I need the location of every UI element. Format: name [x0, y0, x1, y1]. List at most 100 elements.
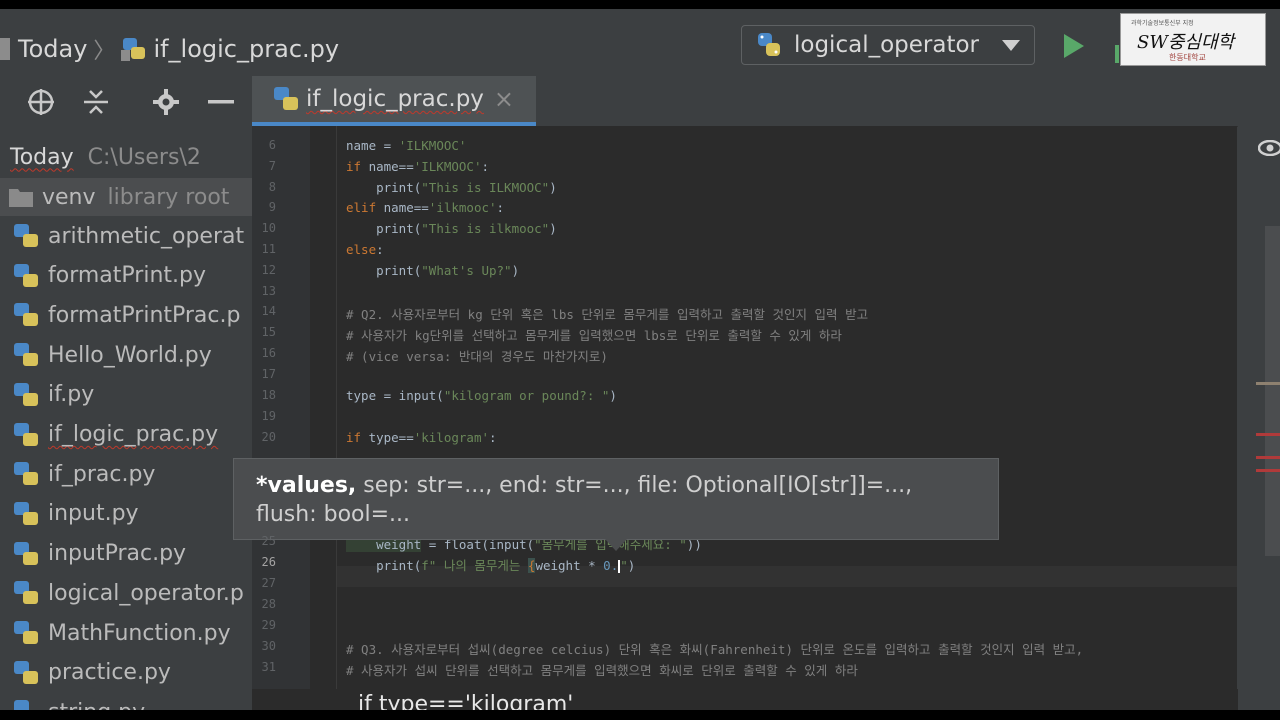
file-label: inputPrac.py [48, 541, 187, 567]
tree-item-venv[interactable]: venv library root [0, 178, 252, 216]
python-icon [758, 33, 780, 56]
python-file-icon [14, 462, 38, 486]
file-label: if_prac.py [48, 461, 156, 487]
file-label: input.py [48, 501, 139, 527]
tree-item-file[interactable]: practice.py [0, 654, 171, 692]
tree-item-file[interactable]: if.py [0, 376, 94, 414]
code-line-10: print("This is ilkmooc") [346, 221, 557, 236]
file-label: string.py [48, 700, 145, 710]
line-number: 18 [261, 388, 276, 402]
logo-main-text: SW중심대학 [1137, 32, 1235, 53]
code-line-6: name = 'ILKMOOC' [346, 138, 467, 153]
python-file-icon [14, 700, 29, 710]
line-number: 13 [261, 284, 276, 298]
line-number: 16 [261, 346, 276, 360]
project-root[interactable]: Today C:\Users\2 [0, 138, 201, 176]
python-file-icon [121, 38, 146, 61]
file-label: formatPrint.py [48, 263, 206, 289]
code-line-12: print("What's Up?") [346, 263, 520, 278]
project-toolbar [0, 76, 252, 126]
code-line-26: print(f" 나의 몸무게는 {weight * 0. ") [346, 558, 636, 573]
project-root-name: Today [10, 144, 74, 170]
venv-hint: library root [107, 184, 230, 210]
tree-item-file[interactable]: formatPrint.py [0, 257, 206, 295]
tree-item-file[interactable]: formatPrintPrac.p [0, 296, 240, 334]
breadcrumb-project[interactable]: Today [18, 35, 87, 63]
python-file-icon [14, 541, 38, 565]
line-number: 27 [261, 576, 276, 590]
line-number: 11 [261, 242, 276, 256]
file-label: practice.py [48, 660, 171, 686]
python-file-icon [14, 263, 38, 287]
code-line-11: else: [346, 242, 384, 257]
tree-item-file[interactable]: if_logic_prac.py [0, 416, 218, 454]
line-number: 19 [261, 409, 276, 423]
chevron-right-icon: 〉 [93, 39, 116, 64]
navigation-bar: Today 〉 if_logic_prac.py logical_operato… [0, 9, 1280, 76]
scrollbar-thumb[interactable] [1265, 226, 1280, 556]
breadcrumb-file[interactable]: if_logic_prac.py [153, 35, 339, 63]
python-file-icon [14, 660, 38, 684]
folder-icon [0, 38, 10, 60]
run-configuration-select[interactable]: logical_operator [741, 25, 1035, 65]
tab-label: if_logic_prac.py [306, 86, 484, 112]
file-label: Hello_World.py [48, 342, 212, 368]
tree-item-file[interactable]: input.py [0, 495, 139, 533]
scroll-marker [1256, 382, 1280, 385]
tree-item-file[interactable]: if_prac.py [0, 455, 155, 493]
tab-if-logic-prac[interactable]: if_logic_prac.py × [252, 76, 536, 126]
file-label: MathFunction.py [48, 620, 231, 646]
project-tree: Today C:\Users\2 venv library root arith… [0, 126, 252, 710]
code-line-9: elif name=='ilkmooc': [346, 200, 505, 215]
file-label: formatPrintPrac.p [48, 302, 241, 328]
line-number: 28 [261, 597, 276, 611]
line-number: 8 [268, 180, 276, 194]
tree-item-file[interactable]: string.py [0, 693, 145, 710]
line-number: 6 [268, 138, 276, 152]
file-label: arithmetic_operat [48, 223, 245, 249]
tree-item-file[interactable]: arithmetic_operat [0, 217, 244, 255]
locate-icon[interactable] [27, 88, 55, 116]
tree-item-file[interactable]: MathFunction.py [0, 614, 231, 652]
line-number: 15 [261, 325, 276, 339]
code-line-7: if name=='ILKMOOC': [346, 159, 489, 174]
error-marker [1256, 433, 1280, 436]
logo-top-text: 과학기술정보통신부 지정 [1131, 20, 1194, 27]
line-number: 17 [261, 367, 276, 381]
chevron-down-icon [1002, 40, 1020, 51]
error-marker [1256, 456, 1280, 459]
gear-icon[interactable] [152, 88, 180, 116]
eye-icon[interactable] [1258, 140, 1280, 156]
run-icon[interactable] [1062, 33, 1086, 59]
tree-item-file[interactable]: Hello_World.py [0, 336, 212, 374]
breadcrumb: Today 〉 if_logic_prac.py [0, 31, 339, 67]
hide-icon[interactable] [207, 88, 235, 116]
line-number: 12 [261, 263, 276, 277]
editor-scrollbar[interactable] [1238, 126, 1280, 710]
line-number: 10 [261, 221, 276, 235]
close-icon[interactable]: × [494, 85, 514, 113]
collapse-all-icon[interactable] [82, 88, 110, 116]
python-file-icon [14, 501, 38, 525]
code-line-31: # 사용자가 섭씨 단위를 선택하고 몸무게를 입력했으면 화씨로 단위로 출력… [346, 663, 858, 678]
code-context-text[interactable]: if type=='kilogram' [358, 692, 573, 710]
python-file-icon [14, 303, 38, 327]
debug-icon[interactable] [1115, 45, 1119, 63]
line-number: 7 [268, 159, 276, 173]
python-file-icon [14, 343, 38, 367]
tree-item-file[interactable]: logical_operator.p [0, 574, 244, 612]
python-file-icon [14, 581, 38, 605]
fold-column [310, 126, 337, 710]
file-label: logical_operator.p [48, 580, 244, 606]
line-number: 14 [261, 304, 276, 318]
university-logo: 과학기술정보통신부 지정 SW중심대학 한동대학교 [1120, 13, 1266, 66]
line-number: 29 [261, 618, 276, 632]
tree-item-file[interactable]: inputPrac.py [0, 535, 186, 573]
code-line-30: # Q3. 사용자로부터 섭씨(degree celcius) 단위 혹은 화씨… [346, 642, 1084, 657]
line-number: 25 [261, 534, 276, 548]
project-root-path: C:\Users\2 [87, 144, 201, 170]
tooltip-pointer [605, 539, 627, 551]
file-label: if.py [48, 382, 95, 408]
code-line-15: # 사용자가 kg단위를 선택하고 몸무게를 입력했으면 lbs로 단위로 출력… [346, 328, 842, 343]
parameter-info-tooltip: *values, sep: str=..., end: str=..., fil… [233, 458, 999, 540]
